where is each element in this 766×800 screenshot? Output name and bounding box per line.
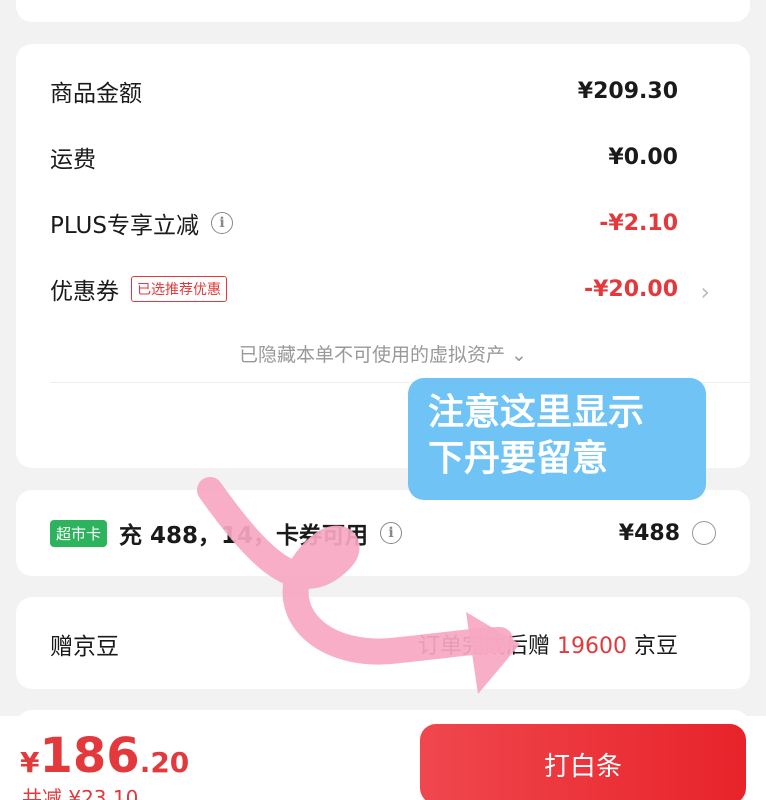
shipping-value: ¥0.00	[608, 144, 678, 170]
checkout-bar: ¥186.20 共减 ¥23.10 打白条	[0, 716, 766, 800]
shipping-row: 运费 ¥0.00	[50, 140, 678, 174]
plus-discount-row: PLUS专享立减 i -¥2.10	[50, 206, 678, 240]
goods-amount-label: 商品金额	[50, 81, 142, 107]
chevron-right-icon[interactable]: ›	[700, 278, 710, 306]
plus-discount-value: -¥2.10	[599, 210, 678, 236]
market-row: 超市卡 充 488，14，卡券可用 i ¥488	[50, 516, 716, 550]
goods-amount-value: ¥209.30	[577, 78, 678, 104]
beans-suffix: 京豆	[633, 634, 678, 659]
goods-amount-row: 商品金额 ¥209.30	[50, 74, 678, 108]
market-offer-text: 充 488，14，卡券可用	[119, 523, 369, 549]
info-icon[interactable]: i	[210, 212, 233, 234]
annotation-note: 注意这里显示 下丹要留意	[408, 378, 706, 500]
hidden-assets-toggle[interactable]: 已隐藏本单不可使用的虚拟资产 ⌄	[16, 340, 750, 367]
beans-card: 赠京豆 订单完成后赠 19600 京豆	[16, 597, 750, 689]
beans-prefix: 订单完成后赠	[417, 634, 550, 659]
plus-discount-label: PLUS专享立减	[50, 213, 199, 239]
supermarket-tag: 超市卡	[50, 519, 108, 547]
market-card-value: ¥488	[618, 520, 680, 546]
shipping-label: 运费	[50, 147, 96, 173]
beans-row: 赠京豆 订单完成后赠 19600 京豆	[50, 627, 678, 661]
info-icon[interactable]: i	[380, 522, 403, 544]
coupon-row[interactable]: 优惠券 已选推荐优惠 -¥20.00	[50, 272, 678, 306]
coupon-tag: 已选推荐优惠	[131, 276, 227, 302]
beans-label: 赠京豆	[50, 634, 119, 660]
total-saved: 共减 ¥23.10	[22, 786, 139, 800]
total-price: ¥186.20	[20, 728, 189, 784]
price-integer: 186	[39, 728, 140, 784]
price-currency: ¥	[20, 746, 40, 779]
price-decimal: .20	[139, 746, 190, 779]
coupon-value: -¥20.00	[583, 276, 678, 302]
supermarket-card-row: 超市卡 充 488，14，卡券可用 i ¥488	[16, 490, 750, 576]
beans-reward-text: 订单完成后赠 19600 京豆	[418, 628, 678, 660]
select-radio[interactable]	[692, 521, 716, 545]
previous-card	[16, 0, 750, 22]
pay-with-baitiao-button[interactable]: 打白条	[420, 724, 746, 800]
annotation-line-1: 注意这里显示	[428, 392, 645, 433]
coupon-label: 优惠券	[50, 279, 119, 305]
annotation-line-2: 下丹要留意	[428, 438, 609, 479]
beans-count: 19600	[556, 634, 627, 659]
